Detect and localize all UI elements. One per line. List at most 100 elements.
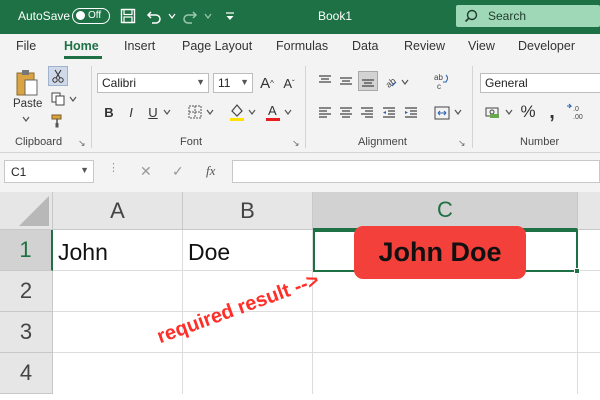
font-launcher-icon[interactable]: ↘ <box>292 138 300 149</box>
decrease-font-size-icon[interactable]: Aˇ <box>279 73 299 93</box>
cancel-entry-icon[interactable]: ✕ <box>140 163 152 180</box>
undo-icon[interactable] <box>144 6 164 26</box>
svg-text:.00: .00 <box>573 114 583 121</box>
font-size-dropdown[interactable]: 11 ▼ <box>213 73 253 93</box>
number-group-label: Number <box>520 136 560 148</box>
row-header-3[interactable]: 3 <box>0 312 53 353</box>
result-badge: John Doe <box>354 226 526 279</box>
cell-a2[interactable] <box>53 271 183 312</box>
align-center-icon[interactable] <box>337 104 355 122</box>
svg-text:c: c <box>437 82 441 90</box>
decrease-indent-icon[interactable] <box>380 104 398 122</box>
tab-home[interactable]: Home <box>64 39 99 53</box>
paste-label[interactable]: Paste <box>13 98 42 110</box>
underline-dropdown-icon[interactable] <box>162 106 172 118</box>
select-all-button[interactable] <box>0 192 53 230</box>
font-name-value: Calibri <box>102 76 137 90</box>
row-header-4[interactable]: 4 <box>0 353 53 394</box>
cell-a1[interactable]: John <box>53 230 183 271</box>
align-middle-icon[interactable] <box>337 72 355 90</box>
tab-developer[interactable]: Developer <box>518 39 575 53</box>
copy-icon[interactable] <box>48 90 68 108</box>
column-header-a[interactable]: A <box>53 192 183 230</box>
percent-style-icon[interactable]: % <box>518 102 538 122</box>
cell-b1[interactable]: Doe <box>183 230 313 271</box>
cell-d1[interactable] <box>578 230 600 271</box>
font-name-dropdown[interactable]: Calibri ▼ <box>97 73 209 93</box>
cell-c4[interactable] <box>313 353 578 394</box>
increase-font-size-icon[interactable]: A ^ <box>257 73 277 93</box>
align-bottom-icon[interactable] <box>358 71 378 91</box>
align-left-icon[interactable] <box>316 104 334 122</box>
toggle-knob <box>76 11 85 20</box>
increase-indent-icon[interactable] <box>402 104 420 122</box>
font-group-label: Font <box>180 136 203 148</box>
borders-icon[interactable] <box>186 103 204 121</box>
orientation-icon[interactable]: ab <box>382 72 400 90</box>
wrap-text-icon[interactable]: ab c <box>432 70 452 92</box>
accounting-format-icon[interactable] <box>483 102 503 122</box>
underline-icon[interactable]: U <box>145 102 161 122</box>
font-color-icon[interactable]: A <box>264 101 282 123</box>
number-format-dropdown[interactable]: General <box>480 73 600 93</box>
format-painter-icon[interactable] <box>48 112 68 130</box>
align-right-icon[interactable] <box>358 104 376 122</box>
italic-icon[interactable]: I <box>123 102 139 122</box>
tab-data[interactable]: Data <box>352 39 378 53</box>
fill-color-icon[interactable] <box>228 101 246 123</box>
search-box[interactable]: Search <box>456 5 600 27</box>
comma-style-icon[interactable]: , <box>542 101 562 123</box>
tab-formulas[interactable]: Formulas <box>276 39 328 53</box>
cell-d2[interactable] <box>578 271 600 312</box>
cell-d3[interactable] <box>578 312 600 353</box>
copy-dropdown-icon[interactable] <box>68 92 78 106</box>
accounting-dropdown-icon[interactable] <box>504 106 514 118</box>
name-box-value: C1 <box>11 165 27 179</box>
font-color-dropdown-icon[interactable] <box>283 106 293 118</box>
column-header-c[interactable]: C <box>313 192 578 230</box>
borders-dropdown-icon[interactable] <box>205 106 215 118</box>
orientation-dropdown-icon[interactable] <box>400 76 410 88</box>
merge-center-icon[interactable] <box>432 103 452 123</box>
tab-file[interactable]: File <box>16 39 36 53</box>
fill-color-dropdown-icon[interactable] <box>247 106 257 118</box>
align-top-icon[interactable] <box>316 72 334 90</box>
bold-icon[interactable]: B <box>101 102 117 122</box>
row-header-2[interactable]: 2 <box>0 271 53 312</box>
paste-icon[interactable] <box>14 68 40 98</box>
tab-page-layout[interactable]: Page Layout <box>182 39 252 53</box>
column-header-b[interactable]: B <box>183 192 313 230</box>
cell-b4[interactable] <box>183 353 313 394</box>
name-box[interactable]: C1 ▼ <box>4 160 94 183</box>
redo-icon[interactable] <box>180 6 200 26</box>
merge-center-dropdown-icon[interactable] <box>453 106 463 118</box>
ribbon-separator <box>91 66 92 148</box>
insert-function-icon[interactable]: fx <box>206 163 215 179</box>
autosave-toggle[interactable]: Off <box>72 8 110 24</box>
row-header-1[interactable]: 1 <box>0 230 53 271</box>
undo-dropdown-icon[interactable] <box>162 6 182 26</box>
paste-dropdown-icon[interactable] <box>20 114 32 124</box>
redo-dropdown-icon[interactable] <box>198 6 218 26</box>
clipboard-launcher-icon[interactable]: ↘ <box>78 138 86 149</box>
cell-d4[interactable] <box>578 353 600 394</box>
save-icon[interactable] <box>118 6 138 26</box>
column-header-label: C <box>437 197 453 222</box>
tab-review[interactable]: Review <box>404 39 445 53</box>
fill-handle[interactable] <box>574 268 580 274</box>
cut-icon[interactable] <box>48 66 68 86</box>
cell-a4[interactable] <box>53 353 183 394</box>
tab-insert[interactable]: Insert <box>124 39 155 53</box>
cell-c3[interactable] <box>313 312 578 353</box>
formula-input[interactable] <box>232 160 600 183</box>
font-size-value: 11 <box>218 76 231 90</box>
alignment-launcher-icon[interactable]: ↘ <box>458 138 466 149</box>
svg-text:.0: .0 <box>573 106 579 113</box>
column-header-d[interactable] <box>578 192 600 230</box>
increase-decimal-icon[interactable]: .0.00 <box>566 102 596 122</box>
confirm-entry-icon[interactable]: ✓ <box>172 163 184 180</box>
tab-view[interactable]: View <box>468 39 495 53</box>
chevron-down-icon: ▼ <box>196 77 205 87</box>
formula-buttons: ⋮ ✕ ✓ fx <box>100 160 230 183</box>
customize-toolbar-icon[interactable] <box>220 6 240 26</box>
